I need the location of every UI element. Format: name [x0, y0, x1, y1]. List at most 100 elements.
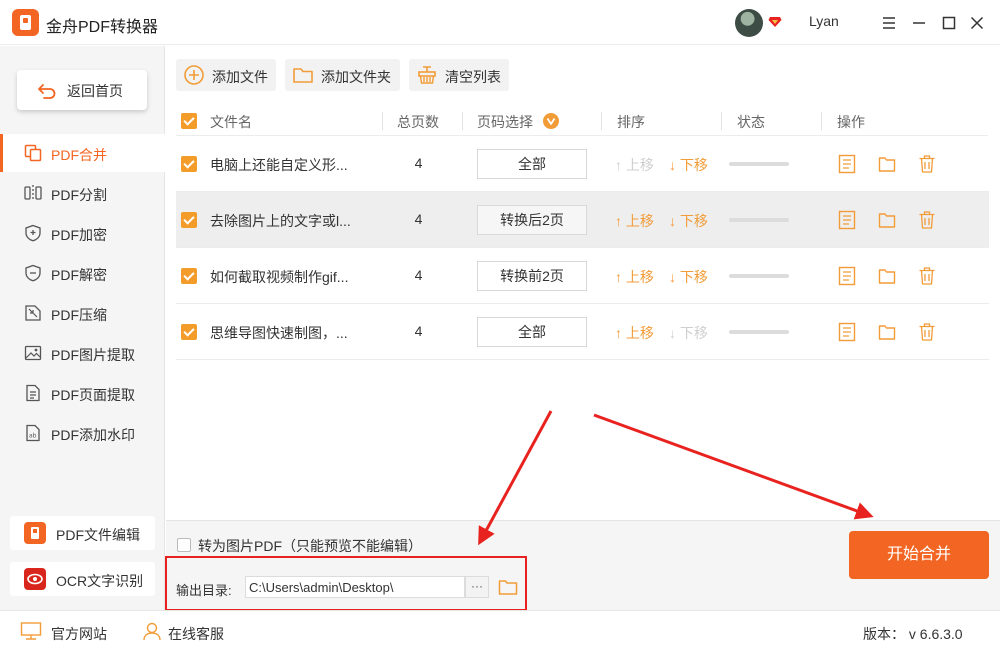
header-actions: 操作 — [837, 114, 865, 130]
clear-list-label: 清空列表 — [445, 69, 501, 85]
menu-icon[interactable] — [880, 14, 898, 32]
sidebar-item-pdf-encrypt[interactable]: PDF加密 — [0, 214, 165, 252]
header-divider — [601, 112, 602, 130]
page-selection-field[interactable]: 全部 — [477, 149, 587, 179]
folder-icon[interactable] — [878, 266, 896, 286]
sidebar-item-label: PDF页面提取 — [51, 387, 135, 403]
move-up-button[interactable]: ↑ 上移 — [615, 267, 654, 287]
status-progress-bar — [729, 330, 789, 334]
page-selection-field[interactable]: 转换前2页 — [477, 261, 587, 291]
document-icon[interactable] — [838, 210, 856, 230]
header-divider — [462, 112, 463, 130]
status-progress-bar — [729, 218, 789, 222]
user-avatar[interactable] — [735, 9, 763, 37]
move-up-label: 上移 — [625, 325, 654, 341]
start-merge-button[interactable]: 开始合并 — [849, 531, 989, 579]
table-row[interactable]: 电脑上还能自定义形... 4 全部 ↑ 上移 ↓ 下移 — [176, 136, 989, 192]
status-bar: 官方网站 在线客服 版本： v 6.6.3.0 — [0, 610, 1000, 650]
trash-icon[interactable] — [918, 322, 936, 342]
back-arrow-icon — [38, 84, 56, 99]
add-file-button[interactable]: 添加文件 — [176, 59, 276, 91]
page-select-dropdown-icon[interactable] — [543, 113, 559, 129]
header-filename: 文件名 — [210, 114, 252, 130]
monitor-icon — [20, 622, 42, 640]
table-row[interactable]: 思维导图快速制图，... 4 全部 ↑ 上移 ↓ 下移 — [176, 304, 989, 360]
online-support-link[interactable]: 在线客服 — [168, 624, 224, 644]
document-icon[interactable] — [838, 154, 856, 174]
row-checkbox[interactable] — [181, 156, 197, 172]
folder-icon[interactable] — [878, 210, 896, 230]
back-home-button[interactable]: 返回首页 — [17, 70, 147, 110]
move-up-button[interactable]: ↑ 上移 — [615, 155, 654, 175]
move-down-button[interactable]: ↓ 下移 — [669, 211, 708, 231]
title-bar: 金舟PDF转换器 Lyan — [0, 0, 1000, 45]
sidebar-item-label: PDF加密 — [51, 227, 107, 243]
header-divider — [382, 112, 383, 130]
move-down-label: 下移 — [679, 157, 708, 173]
sidebar-item-pdf-page-extract[interactable]: PDF页面提取 — [0, 374, 165, 412]
trash-icon[interactable] — [918, 154, 936, 174]
version-label: 版本： v 6.6.3.0 — [863, 626, 963, 642]
document-icon[interactable] — [838, 322, 856, 342]
move-down-button[interactable]: ↓ 下移 — [669, 155, 708, 175]
clear-list-button[interactable]: 清空列表 — [409, 59, 509, 91]
image-icon — [24, 345, 42, 361]
header-divider — [821, 112, 822, 130]
sidebar-item-pdf-decrypt[interactable]: PDF解密 — [0, 254, 165, 292]
page-count: 4 — [414, 155, 423, 171]
page-icon — [26, 384, 40, 402]
pdf-edit-tool-button[interactable]: PDF文件编辑 — [10, 516, 155, 550]
sidebar-item-pdf-watermark[interactable]: ab PDF添加水印 — [0, 414, 165, 452]
sidebar-item-pdf-image-extract[interactable]: PDF图片提取 — [0, 334, 165, 372]
sidebar-item-pdf-compress[interactable]: PDF压缩 — [0, 294, 165, 332]
sidebar-item-pdf-split[interactable]: PDF分割 — [0, 174, 165, 212]
clear-basket-icon — [418, 66, 436, 84]
sidebar-item-label: PDF添加水印 — [51, 427, 135, 443]
add-folder-button[interactable]: 添加文件夹 — [285, 59, 400, 91]
app-title: 金舟PDF转换器 — [46, 19, 159, 36]
lock-shield-icon — [25, 224, 41, 242]
page-selection-field[interactable]: 转换后2页 — [477, 205, 587, 235]
document-icon[interactable] — [838, 266, 856, 286]
convert-image-pdf-checkbox[interactable] — [177, 538, 191, 552]
move-up-button[interactable]: ↑ 上移 — [615, 211, 654, 231]
minimize-icon[interactable] — [910, 14, 928, 32]
move-down-button[interactable]: ↓ 下移 — [669, 267, 708, 287]
maximize-icon[interactable] — [940, 14, 958, 32]
ocr-eye-icon — [24, 568, 46, 590]
row-checkbox[interactable] — [181, 268, 197, 284]
table-row[interactable]: 如何截取视频制作gif... 4 转换前2页 ↑ 上移 ↓ 下移 — [176, 248, 989, 304]
add-file-label: 添加文件 — [212, 69, 268, 85]
header-divider — [721, 112, 722, 130]
trash-icon[interactable] — [918, 210, 936, 230]
folder-icon[interactable] — [878, 322, 896, 342]
page-selection-field[interactable]: 全部 — [477, 317, 587, 347]
folder-icon[interactable] — [878, 154, 896, 174]
sidebar-item-label: PDF图片提取 — [51, 347, 135, 363]
tool-label: OCR文字识别 — [56, 573, 144, 589]
row-checkbox[interactable] — [181, 324, 197, 340]
move-up-button[interactable]: ↑ 上移 — [615, 323, 654, 343]
official-website-link[interactable]: 官方网站 — [51, 624, 107, 644]
back-home-label: 返回首页 — [67, 83, 123, 99]
select-all-checkbox[interactable] — [181, 113, 197, 129]
file-name: 去除图片上的文字或l... — [210, 213, 351, 229]
table-row[interactable]: 去除图片上的文字或l... 4 转换后2页 ↑ 上移 ↓ 下移 — [176, 192, 989, 248]
ocr-tool-button[interactable]: OCR文字识别 — [10, 562, 155, 596]
header-page-select: 页码选择 — [477, 114, 533, 130]
close-icon[interactable] — [968, 14, 986, 32]
sidebar-item-label: PDF分割 — [51, 187, 107, 203]
move-down-button[interactable]: ↓ 下移 — [669, 323, 708, 343]
trash-icon[interactable] — [918, 266, 936, 286]
arrow-to-start-button — [593, 413, 874, 520]
annotation-highlight-box — [165, 556, 527, 611]
sidebar-item-pdf-merge[interactable]: PDF合并 — [0, 134, 165, 172]
page-count: 4 — [414, 323, 423, 339]
app-logo-icon — [12, 9, 39, 36]
username[interactable]: Lyan — [809, 13, 839, 29]
row-checkbox[interactable] — [181, 212, 197, 228]
move-down-label: 下移 — [679, 213, 708, 229]
sidebar: 返回首页 PDF合并 PDF分割 PDF加密 PDF解密 PDF压缩 PDF图片… — [0, 46, 165, 610]
split-icon — [24, 185, 42, 201]
file-name: 如何截取视频制作gif... — [210, 269, 349, 285]
